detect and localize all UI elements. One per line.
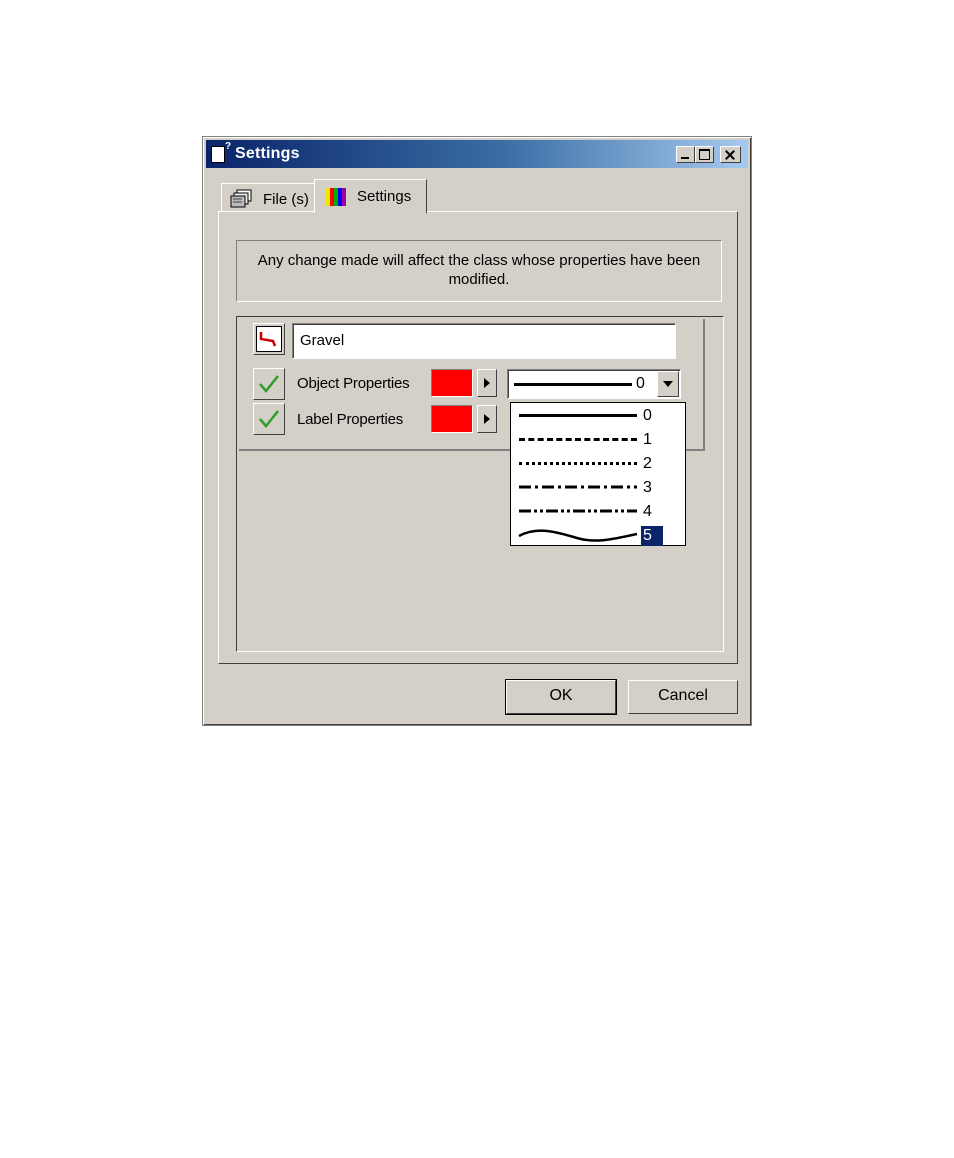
close-button[interactable] — [720, 146, 741, 163]
line-style-dash-dot-preview — [519, 485, 637, 489]
tab-settings[interactable]: Settings — [314, 179, 427, 213]
info-message: Any change made will affect the class wh… — [236, 240, 722, 302]
object-color-arrow-button[interactable] — [477, 369, 497, 397]
object-properties-label: Object Properties — [297, 375, 410, 392]
line-style-dropdown-list[interactable]: 0 1 2 3 4 5 — [510, 402, 686, 546]
label-properties-checkbox[interactable] — [253, 403, 285, 435]
window-title: Settings — [235, 145, 300, 162]
line-style-option[interactable]: 2 — [511, 452, 685, 476]
files-icon — [230, 189, 252, 208]
line-style-option-value: 3 — [643, 479, 652, 496]
line-style-option[interactable]: 1 — [511, 428, 685, 452]
class-symbol-button[interactable] — [253, 323, 285, 355]
row-divider — [703, 319, 705, 451]
check-icon — [259, 410, 279, 428]
minimize-button[interactable] — [676, 146, 695, 163]
label-color-swatch[interactable] — [431, 405, 473, 433]
object-color-swatch[interactable] — [431, 369, 473, 397]
object-properties-checkbox[interactable] — [253, 368, 285, 400]
class-name-value: Gravel — [300, 332, 345, 349]
line-style-solid-preview — [514, 383, 632, 386]
line-style-option-value: 0 — [643, 407, 652, 424]
class-name-field[interactable]: Gravel — [292, 323, 676, 359]
line-style-option[interactable]: 3 — [511, 476, 685, 500]
ok-button[interactable]: OK — [505, 679, 617, 715]
line-style-dashed-preview — [519, 438, 637, 441]
tab-settings-label: Settings — [357, 188, 412, 205]
line-style-wavy-preview — [518, 529, 638, 542]
tab-files-label: File (s) — [263, 191, 309, 208]
line-style-combo[interactable]: 0 — [507, 369, 681, 399]
maximize-button[interactable] — [695, 146, 714, 163]
line-style-solid-preview — [519, 414, 637, 417]
line-style-option-value-selected: 5 — [641, 526, 663, 546]
line-style-selected-value: 0 — [636, 375, 645, 392]
window-help-icon — [211, 141, 231, 163]
line-style-option-value: 4 — [643, 503, 652, 520]
label-color-arrow-button[interactable] — [477, 405, 497, 433]
line-style-option-value: 1 — [643, 431, 652, 448]
line-style-option[interactable]: 5 — [511, 524, 685, 548]
line-symbol-icon — [259, 332, 277, 347]
tab-files[interactable]: File (s) — [221, 183, 316, 213]
color-bars-icon — [326, 188, 346, 206]
label-properties-label: Label Properties — [297, 411, 404, 428]
line-style-option[interactable]: 0 — [511, 404, 685, 428]
line-style-option[interactable]: 4 — [511, 500, 685, 524]
title-bar[interactable]: Settings — [206, 140, 748, 168]
line-style-dotted-preview — [519, 462, 637, 465]
check-icon — [259, 375, 279, 393]
line-style-dropdown-button[interactable] — [657, 371, 679, 397]
line-style-dash-dot-dot-preview — [519, 509, 637, 513]
line-style-option-value: 2 — [643, 455, 652, 472]
cancel-button[interactable]: Cancel — [628, 680, 738, 714]
